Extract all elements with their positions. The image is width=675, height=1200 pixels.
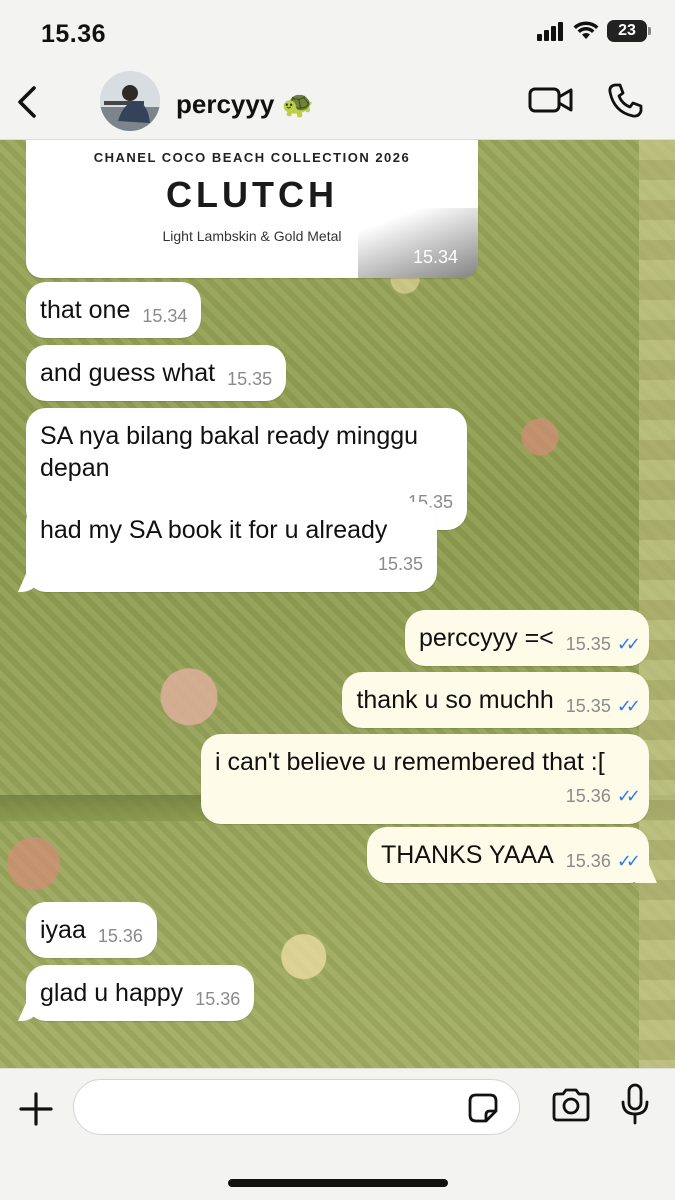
message-text: perccyyy =<	[419, 624, 554, 652]
double-check-icon: ✓✓	[616, 696, 641, 716]
back-icon[interactable]	[12, 82, 44, 122]
video-call-icon[interactable]	[528, 84, 574, 116]
message-time: 15.36	[195, 989, 241, 1009]
input-bar	[0, 1068, 675, 1200]
message-text: i can't believe u remembered that :[	[215, 748, 605, 776]
phone-icon[interactable]	[606, 82, 644, 120]
message-text: had my SA book it for u already	[40, 516, 388, 544]
status-icons: 23	[537, 20, 651, 42]
product-image-message[interactable]: CHANEL COCO BEACH COLLECTION 2026 CLUTCH…	[26, 140, 478, 278]
message-text: iyaa	[40, 916, 86, 944]
message-meta: 15.35 ✓✓	[565, 690, 641, 722]
status-time: 15.36	[41, 20, 107, 48]
message-bubble-incoming[interactable]: glad u happy 15.36	[26, 965, 255, 1021]
wallpaper-border	[639, 140, 675, 1068]
message-text: SA nya bilang bakal ready minggu depan	[40, 422, 419, 482]
message-bubble-incoming[interactable]: that one 15.34	[26, 282, 202, 338]
message-bubble-outgoing[interactable]: thank u so muchh 15.35 ✓✓	[342, 672, 649, 728]
message-bubble-incoming[interactable]: and guess what 15.35	[26, 345, 287, 401]
message-time: 15.35	[227, 369, 273, 389]
chat-header: percyyy 🐢	[0, 68, 675, 140]
double-check-icon: ✓✓	[616, 634, 641, 654]
message-text: THANKS YAAA	[381, 841, 554, 869]
double-check-icon: ✓✓	[616, 786, 641, 806]
plus-icon[interactable]	[18, 1091, 54, 1127]
product-collection: CHANEL COCO BEACH COLLECTION 2026	[93, 150, 411, 165]
battery-icon: 23	[607, 20, 651, 42]
wifi-icon	[573, 21, 599, 39]
message-time: 15.35	[565, 634, 611, 654]
message-meta: 15.36 ✓✓	[215, 780, 641, 812]
message-bubble-outgoing[interactable]: perccyyy =< 15.35 ✓✓	[405, 610, 649, 666]
camera-icon[interactable]	[551, 1087, 591, 1123]
status-bar: 15.36 23	[0, 0, 675, 68]
message-time: 15.35	[565, 696, 611, 716]
message-time: 15.34	[142, 306, 188, 326]
message-meta: 15.36 ✓✓	[565, 845, 641, 877]
message-text: and guess what	[40, 359, 216, 387]
sticker-icon[interactable]	[466, 1091, 500, 1125]
message-time: 15.36	[97, 926, 143, 946]
contact-name[interactable]: percyyy 🐢	[176, 89, 314, 120]
message-time: 15.36	[565, 851, 611, 871]
chat-area[interactable]: CHANEL COCO BEACH COLLECTION 2026 CLUTCH…	[0, 140, 675, 1068]
message-text: that one	[40, 296, 131, 324]
message-time: 15.34	[412, 247, 458, 267]
message-bubble-incoming[interactable]: iyaa 15.36	[26, 902, 157, 958]
microphone-icon[interactable]	[620, 1083, 650, 1125]
message-time: 15.36	[565, 786, 611, 806]
home-indicator[interactable]	[228, 1179, 448, 1187]
message-text: glad u happy	[40, 979, 184, 1007]
message-time: 15.35	[377, 554, 423, 574]
message-meta: 15.35 ✓✓	[565, 628, 641, 660]
message-text: thank u so muchh	[356, 686, 554, 714]
avatar-photo	[100, 71, 160, 131]
battery-level: 23	[618, 22, 636, 39]
signal-icon	[537, 22, 563, 41]
message-bubble-outgoing[interactable]: i can't believe u remembered that :[ 15.…	[201, 734, 649, 824]
message-bubble-outgoing[interactable]: THANKS YAAA 15.36 ✓✓	[367, 827, 649, 883]
double-check-icon: ✓✓	[616, 851, 641, 871]
message-input[interactable]	[73, 1079, 520, 1135]
message-bubble-incoming[interactable]: had my SA book it for u already 15.35	[26, 502, 437, 592]
avatar[interactable]	[100, 71, 160, 131]
